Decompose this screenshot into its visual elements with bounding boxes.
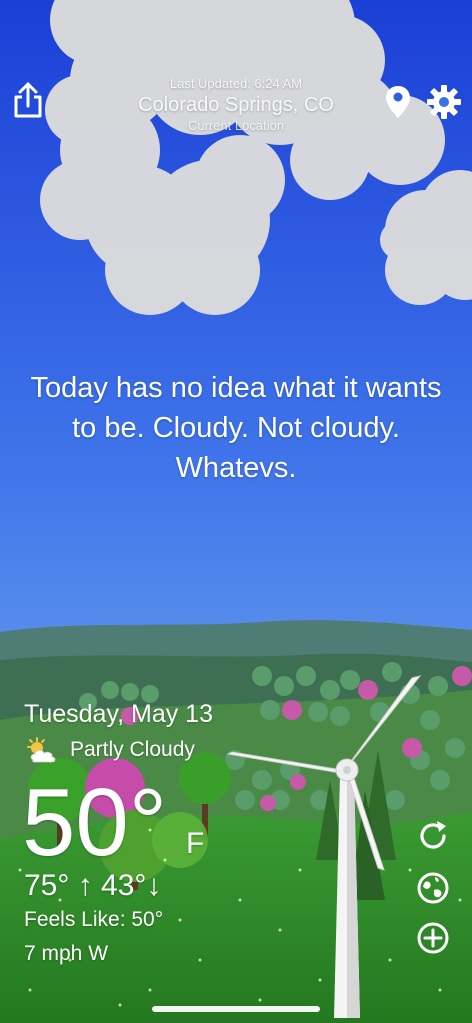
location-header[interactable]: Last Updated: 6:24 AM Colorado Springs, …	[96, 76, 376, 134]
refresh-icon	[420, 821, 446, 849]
gear-icon	[427, 85, 461, 119]
radar-button[interactable]	[415, 870, 451, 906]
partly-cloudy-icon	[27, 737, 56, 763]
top-bar: Last Updated: 6:24 AM Colorado Springs, …	[0, 0, 472, 150]
feels-like: Feels Like: 50°	[24, 908, 164, 931]
city-name[interactable]: Colorado Springs, CO	[96, 92, 376, 118]
weather-phrase: Today has no idea what it wants to be. C…	[30, 372, 442, 484]
wind-speed: 7 mph W	[24, 942, 109, 965]
date-label: Tuesday, May 13	[24, 700, 213, 728]
condition-row: Partly Cloudy	[24, 734, 195, 766]
share-icon	[14, 82, 42, 118]
current-location-label: Current Location	[187, 118, 285, 133]
high-low-temperature: 75° ↑ 43°↓	[24, 869, 162, 902]
location-pin-icon	[386, 86, 410, 118]
radar-globe-icon	[417, 872, 449, 904]
refresh-button[interactable]	[415, 818, 451, 854]
condition-label: Partly Cloudy	[70, 738, 195, 761]
home-indicator[interactable]	[152, 1006, 320, 1012]
current-temperature: 50°	[22, 769, 168, 876]
temperature-unit[interactable]: F	[186, 826, 204, 862]
add-circle-icon	[417, 922, 449, 954]
add-location-button[interactable]	[415, 920, 451, 956]
settings-button[interactable]	[426, 84, 462, 120]
location-button[interactable]	[384, 84, 412, 120]
share-button[interactable]	[12, 82, 44, 120]
last-updated: Last Updated: 6:24 AM	[169, 76, 303, 91]
